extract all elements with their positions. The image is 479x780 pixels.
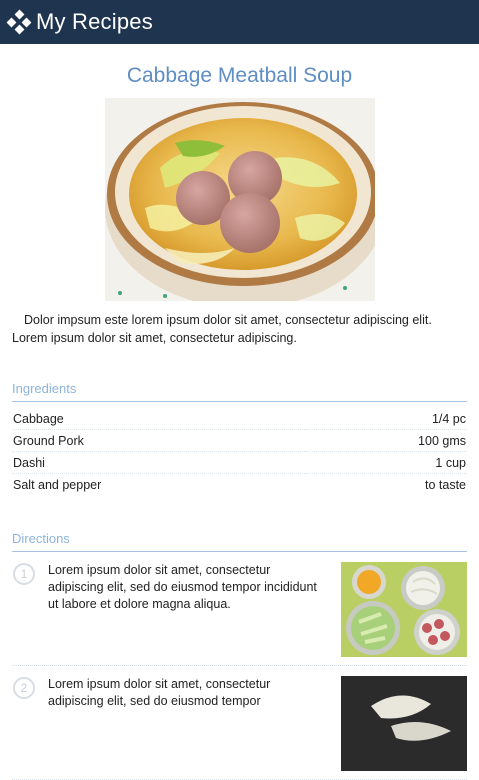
directions-heading: Directions [12, 531, 467, 552]
recipe-title: Cabbage Meatball Soup [126, 64, 353, 87]
recipe-photo [104, 98, 375, 301]
ingredient-row: Ground Pork 100 gms [12, 429, 467, 452]
app-title: My Recipes [36, 9, 153, 34]
step-number: 2 [13, 677, 35, 699]
step-text: Lorem ipsum dolor sit amet, consectetur … [48, 563, 317, 611]
recipe-description: Dolor impsum este lorem ipsum dolor sit … [12, 313, 432, 345]
ingredients-table: Cabbage 1/4 pc Ground Pork 100 gms Dashi… [12, 408, 467, 495]
app-header: My Recipes [0, 0, 479, 44]
recipe-content: Cabbage Meatball Soup Dolor impsum este … [0, 64, 479, 780]
ingredient-qty: to taste [425, 477, 466, 492]
ingredients-heading: Ingredients [12, 381, 467, 402]
direction-step: 1 Lorem ipsum dolor sit amet, consectetu… [12, 552, 467, 666]
ingredient-qty: 1/4 pc [304, 408, 467, 430]
ingredient-name: Dashi [12, 451, 305, 474]
ingredient-name: Ground Pork [12, 429, 305, 452]
directions-section: Directions 1 Lorem ipsum dolor sit amet,… [12, 531, 467, 780]
direction-step: 2 Lorem ipsum dolor sit amet, consectetu… [12, 666, 467, 780]
ingredient-row: Cabbage 1/4 pc [12, 408, 467, 430]
ingredient-row: Dashi 1 cup [12, 451, 467, 474]
ingredient-name: Cabbage [12, 408, 305, 430]
diamond-logo-icon[interactable] [6, 9, 32, 35]
step-photo [341, 676, 467, 771]
step-text: Lorem ipsum dolor sit amet, consectetur … [48, 677, 271, 708]
step-photo [341, 562, 467, 657]
ingredient-qty: 1 cup [304, 451, 467, 474]
step-number: 1 [13, 563, 35, 585]
ingredient-qty: 100 gms [304, 429, 467, 452]
ingredient-row: Salt and pepper to taste [12, 474, 467, 496]
ingredient-name: Salt and pepper [13, 477, 102, 492]
